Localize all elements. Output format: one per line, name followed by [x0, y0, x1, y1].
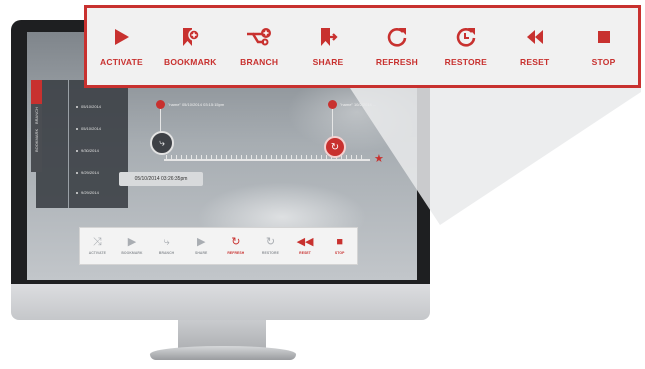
button-label: ACTIVATE [100, 57, 143, 67]
button-label: RESTORE [444, 57, 487, 67]
zoomed-toolbar: ACTIVATE BOOKMARK BRANCH SHARE REFRESH R… [84, 5, 641, 88]
stop-button[interactable]: STOP [569, 8, 638, 85]
restore-clock-icon [455, 26, 477, 48]
zoom-beam-shape [350, 88, 641, 225]
bookmark-button[interactable]: BOOKMARK [156, 8, 225, 85]
share-button[interactable]: SHARE [294, 8, 363, 85]
refresh-icon [386, 26, 408, 48]
branch-button[interactable]: BRANCH [225, 8, 294, 85]
bookmark-share-icon [317, 26, 339, 48]
reset-button[interactable]: RESET [500, 8, 569, 85]
button-label: BOOKMARK [164, 57, 217, 67]
button-label: SHARE [312, 57, 344, 67]
branch-icon [245, 26, 273, 48]
button-label: BRANCH [240, 57, 279, 67]
play-icon [111, 26, 131, 48]
button-label: RESET [520, 57, 550, 67]
bookmark-add-icon [179, 26, 201, 48]
rewind-icon [524, 26, 546, 48]
refresh-button[interactable]: REFRESH [363, 8, 432, 85]
button-label: STOP [591, 57, 616, 67]
stop-icon [595, 26, 613, 48]
restore-button[interactable]: RESTORE [431, 8, 500, 85]
button-label: REFRESH [375, 57, 418, 67]
activate-button[interactable]: ACTIVATE [87, 8, 156, 85]
